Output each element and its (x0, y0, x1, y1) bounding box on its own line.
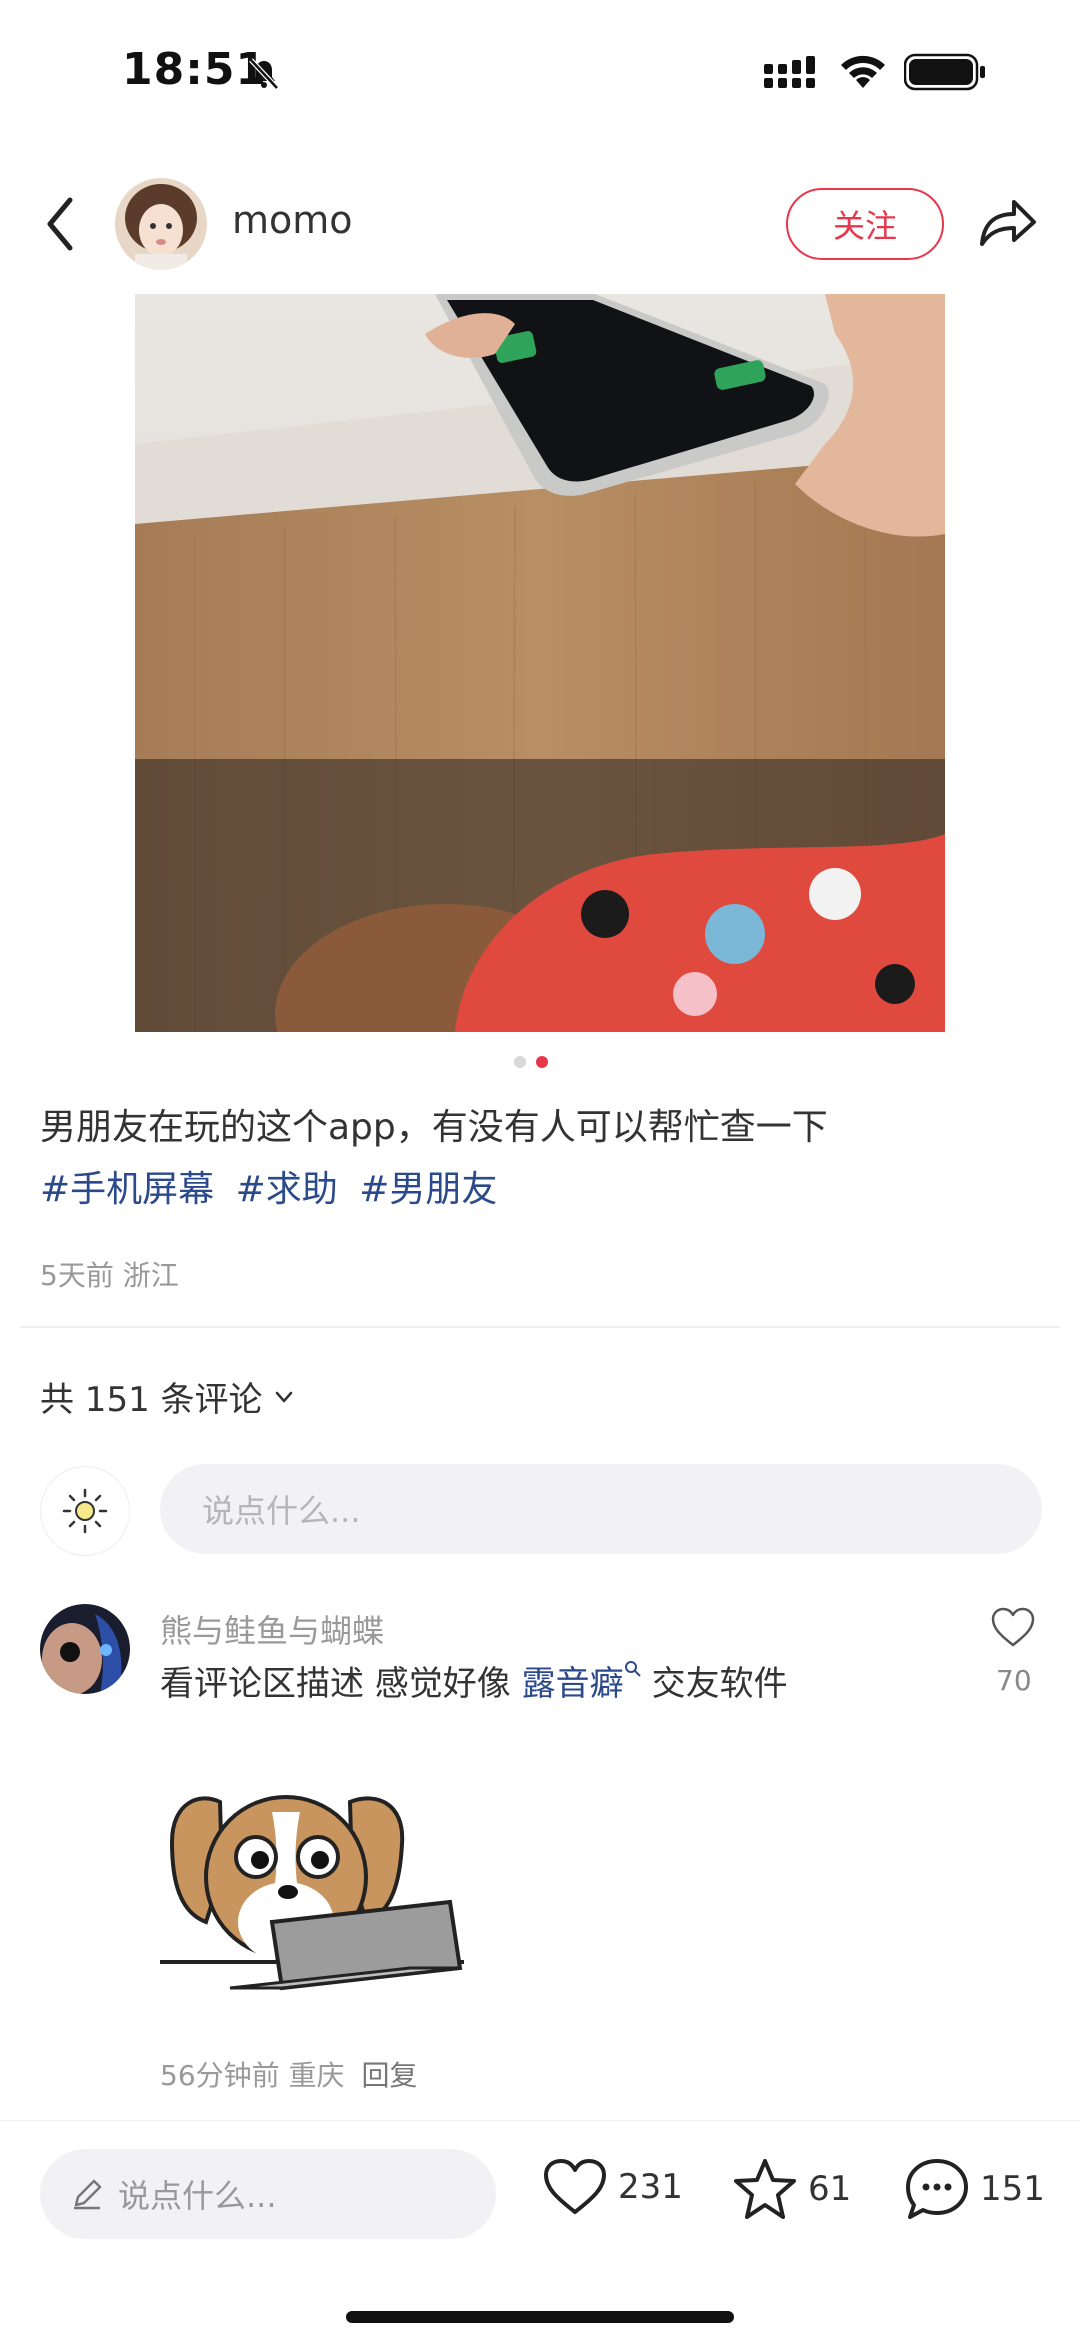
battery-icon (904, 53, 985, 91)
chevron-down-icon (275, 1391, 292, 1402)
post-caption: 男朋友在玩的这个app，有没有人可以帮忙查一下 (40, 1107, 828, 1148)
pagination-dot-active (536, 1056, 548, 1068)
hashtag[interactable]: #男朋友 (359, 1169, 497, 1210)
comment-text: 看评论区描述 感觉好像 露音癖 交友软件 (160, 1656, 788, 1705)
commenter-avatar[interactable] (40, 1604, 130, 1694)
comments-button[interactable]: 151 (904, 2157, 1045, 2221)
favorite-button[interactable]: 61 (732, 2157, 851, 2221)
divider (20, 1326, 1060, 1328)
like-count: 231 (618, 2167, 683, 2207)
search-icon[interactable] (624, 1660, 642, 1678)
wifi-icon (841, 55, 885, 88)
favorite-count: 61 (808, 2169, 852, 2209)
cellular-signal-icon (764, 56, 815, 88)
pagination-dot (514, 1056, 526, 1068)
follow-button[interactable]: 关注 (786, 188, 944, 260)
share-icon[interactable] (976, 192, 1040, 252)
comment-time-location: 56分钟前 重庆 (160, 2059, 345, 2092)
bottom-action-bar: 说点什么... 231 61 151 (0, 2120, 1080, 2341)
post-image[interactable] (135, 294, 945, 1032)
author-name[interactable]: momo (232, 198, 353, 242)
comment-bubble-icon (906, 2159, 968, 2219)
pencil-icon (74, 2179, 102, 2210)
heart-icon (544, 2159, 606, 2214)
commenter-avatar-image (40, 1604, 130, 1694)
comment-heart-icon[interactable] (990, 1606, 1036, 1648)
bottom-input-placeholder: 说点什么... (118, 2177, 277, 2215)
comment-count: 151 (980, 2169, 1045, 2209)
post-header: momo 关注 (0, 170, 1080, 280)
post-time-location: 5天前 浙江 (40, 1259, 179, 1292)
home-indicator[interactable] (346, 2311, 734, 2323)
author-avatar[interactable] (115, 178, 207, 270)
hashtag[interactable]: #手机屏幕 (40, 1169, 214, 1210)
commenter-name[interactable]: 熊与鲑鱼与蝴蝶 (160, 1606, 384, 1652)
star-icon (734, 2159, 796, 2219)
dog-laptop-sticker (160, 1795, 464, 1991)
author-avatar-image (115, 178, 207, 270)
hashtag[interactable]: #求助 (236, 1169, 338, 1210)
comment-text-before: 看评论区描述 感觉好像 (160, 1664, 522, 1704)
comment-meta: 56分钟前 重庆 回复 (160, 2054, 417, 2094)
like-button[interactable]: 231 (542, 2157, 683, 2217)
post-photo-illustration (135, 294, 945, 1032)
back-arrow-icon[interactable] (38, 192, 86, 256)
my-avatar (40, 1466, 130, 1556)
post-tags: #手机屏幕 #求助 #男朋友 (40, 1160, 507, 1220)
comment-search-link[interactable]: 露音癖 (522, 1664, 624, 1704)
status-bar: 18:51 (0, 0, 1080, 150)
sun-icon (62, 1488, 108, 1534)
reply-button[interactable]: 回复 (361, 2059, 417, 2092)
comment-count-label: 共 151 条评论 (40, 1380, 263, 1420)
comment-count-sort[interactable]: 共 151 条评论 (40, 1372, 297, 1421)
bottom-comment-input[interactable]: 说点什么... (40, 2149, 496, 2239)
comment-like-count: 70 (996, 1664, 1032, 1697)
comment-input[interactable]: 说点什么... (160, 1464, 1042, 1554)
image-pagination (514, 1056, 548, 1068)
bell-muted-icon (249, 58, 279, 90)
comment-text-after: 交友软件 (651, 1664, 788, 1704)
